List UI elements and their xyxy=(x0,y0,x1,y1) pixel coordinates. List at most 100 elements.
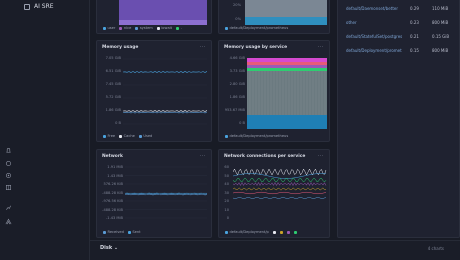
legend-item[interactable]: Free xyxy=(103,134,115,138)
row-pct: 0.21 xyxy=(410,34,419,39)
area-band xyxy=(247,68,327,71)
legend-item[interactable]: Cache xyxy=(119,134,135,138)
y-tick: 4.66 GiB xyxy=(229,56,245,60)
table-row[interactable]: other 0.23 800 MiB xyxy=(346,16,460,29)
row-pct: 0.15 xyxy=(410,48,419,53)
legend-swatch xyxy=(286,230,290,234)
app-logo-icon xyxy=(24,3,30,10)
panel-menu-button[interactable]: ... xyxy=(318,152,324,158)
bell-icon[interactable] xyxy=(5,147,12,154)
chart-icon[interactable] xyxy=(5,204,12,211)
legend-item[interactable]: default/Deployment/prometheus xyxy=(225,134,288,138)
y-tick: 60 xyxy=(224,165,229,169)
chat-icon[interactable] xyxy=(5,160,12,167)
series-line xyxy=(233,177,327,183)
area-band xyxy=(247,58,327,62)
panel-menu-button[interactable]: ... xyxy=(200,152,206,158)
legend-item[interactable]: default/Deployment/p xyxy=(225,230,269,234)
legend-label: Cache xyxy=(123,134,135,138)
y-tick: 5.72 GiB xyxy=(105,95,121,99)
series-line xyxy=(233,197,327,199)
row-value: 800 MiB xyxy=(432,20,449,25)
y-tick: 576.26 KiB xyxy=(103,182,123,186)
legend-item[interactable]: . xyxy=(176,26,182,30)
legend-item[interactable] xyxy=(286,230,290,234)
network-panel: Network ... 1.91 MiB 1.43 MiB 576.26 KiB -4… xyxy=(96,149,212,238)
y-tick: 7.45 GiB xyxy=(105,82,121,86)
y-tick: 953.67 MiB xyxy=(224,108,245,112)
series-line xyxy=(233,181,327,187)
table-row[interactable]: default/StatefulSet/postgres 0.21 0.15 GiB xyxy=(346,30,460,43)
settings-icon[interactable] xyxy=(5,172,12,179)
legend-swatch xyxy=(225,134,228,138)
legend-label: user xyxy=(107,26,116,30)
panel-menu-button[interactable]: ... xyxy=(200,43,206,49)
row-pct: 0.29 xyxy=(410,6,419,11)
row-value: 110 MiB xyxy=(432,6,449,11)
y-tick: -976.56 KiB xyxy=(102,199,123,203)
legend-item[interactable]: nice xyxy=(119,26,131,30)
cpu-area xyxy=(119,0,207,25)
series-line xyxy=(233,187,327,191)
legend-item[interactable]: system xyxy=(135,26,153,30)
row-pct: 0.23 xyxy=(410,20,419,25)
y-tick: 1.91 MiB xyxy=(107,165,123,169)
legend-item[interactable] xyxy=(279,230,283,234)
legend-label: system xyxy=(139,26,153,30)
table-row[interactable]: default/Deployment/promet 0.15 800 MiB xyxy=(346,44,460,57)
legend-label: default/Deployment/prometheus xyxy=(229,26,289,30)
legend-label: Free xyxy=(107,134,116,138)
grid-icon[interactable] xyxy=(5,184,12,191)
footer-section: Disk ⌄ 4 charts xyxy=(90,240,460,260)
legend-swatch xyxy=(225,230,228,234)
legend-item[interactable]: Used xyxy=(138,134,153,138)
row-name: default/Daemonset/better xyxy=(346,6,398,11)
legend-swatch xyxy=(103,134,106,138)
network-chart xyxy=(125,166,207,219)
y-tick: 2.80 GiB xyxy=(229,82,245,86)
legend-item[interactable] xyxy=(272,230,276,234)
legend-swatch xyxy=(119,134,123,138)
legend-swatch xyxy=(138,134,142,138)
y-tick: 20% xyxy=(233,3,241,7)
net-conns-panel: Network connections per service ... 60 50… xyxy=(218,149,330,238)
legend-swatch xyxy=(293,230,297,234)
brand[interactable]: AI SRE xyxy=(24,3,54,10)
panel-menu-button[interactable]: ... xyxy=(318,43,324,49)
legend-item[interactable]: Received xyxy=(103,230,124,234)
series-line xyxy=(233,191,327,195)
area-band xyxy=(247,65,327,68)
mem-top-panel: 20% 0% default/Deployment/prometheus xyxy=(218,0,330,34)
cpu-legend: user nice system iowait. xyxy=(103,26,182,30)
row-name: other xyxy=(346,20,357,25)
y-tick: 1.86 GiB xyxy=(105,108,121,112)
row-name: default/Deployment/promet xyxy=(346,48,402,53)
network-legend: Received Sent xyxy=(103,230,141,234)
legend-item[interactable]: Sent xyxy=(127,230,141,234)
legend-swatch xyxy=(156,26,160,30)
series-line xyxy=(123,111,207,114)
memory-usage-panel: Memory usage ... 7.05 GiB 6.51 GiB 7.45 Gi… xyxy=(96,40,212,142)
memory-usage-chart xyxy=(123,58,207,125)
y-tick: 6.51 GiB xyxy=(105,69,121,73)
row-value: 0.15 GiB xyxy=(432,34,450,39)
y-tick: 40 xyxy=(224,182,229,186)
legend-label: Used xyxy=(143,134,153,138)
legend-item[interactable] xyxy=(293,230,297,234)
panel-title: Network connections per service xyxy=(224,154,306,159)
legend-swatch xyxy=(127,230,131,234)
disk-section-toggle[interactable]: Disk ⌄ xyxy=(100,245,118,251)
series-line xyxy=(125,193,207,196)
net-conns-legend: default/Deployment/p xyxy=(225,230,297,234)
mem-top-legend: default/Deployment/prometheus xyxy=(225,26,288,30)
y-tick: 30 xyxy=(224,190,229,195)
row-name: default/StatefulSet/postgres xyxy=(346,34,403,39)
legend-item[interactable]: iowait xyxy=(156,26,172,30)
table-row[interactable]: default/Daemonset/better 0.29 110 MiB xyxy=(346,2,460,15)
section-title: Disk xyxy=(100,245,113,251)
legend-item[interactable]: user xyxy=(103,26,115,30)
series-line xyxy=(125,192,207,195)
y-tick: 1.43 MiB xyxy=(107,173,123,178)
y-tick: 0 xyxy=(226,216,229,220)
logo-icon[interactable] xyxy=(5,218,12,225)
